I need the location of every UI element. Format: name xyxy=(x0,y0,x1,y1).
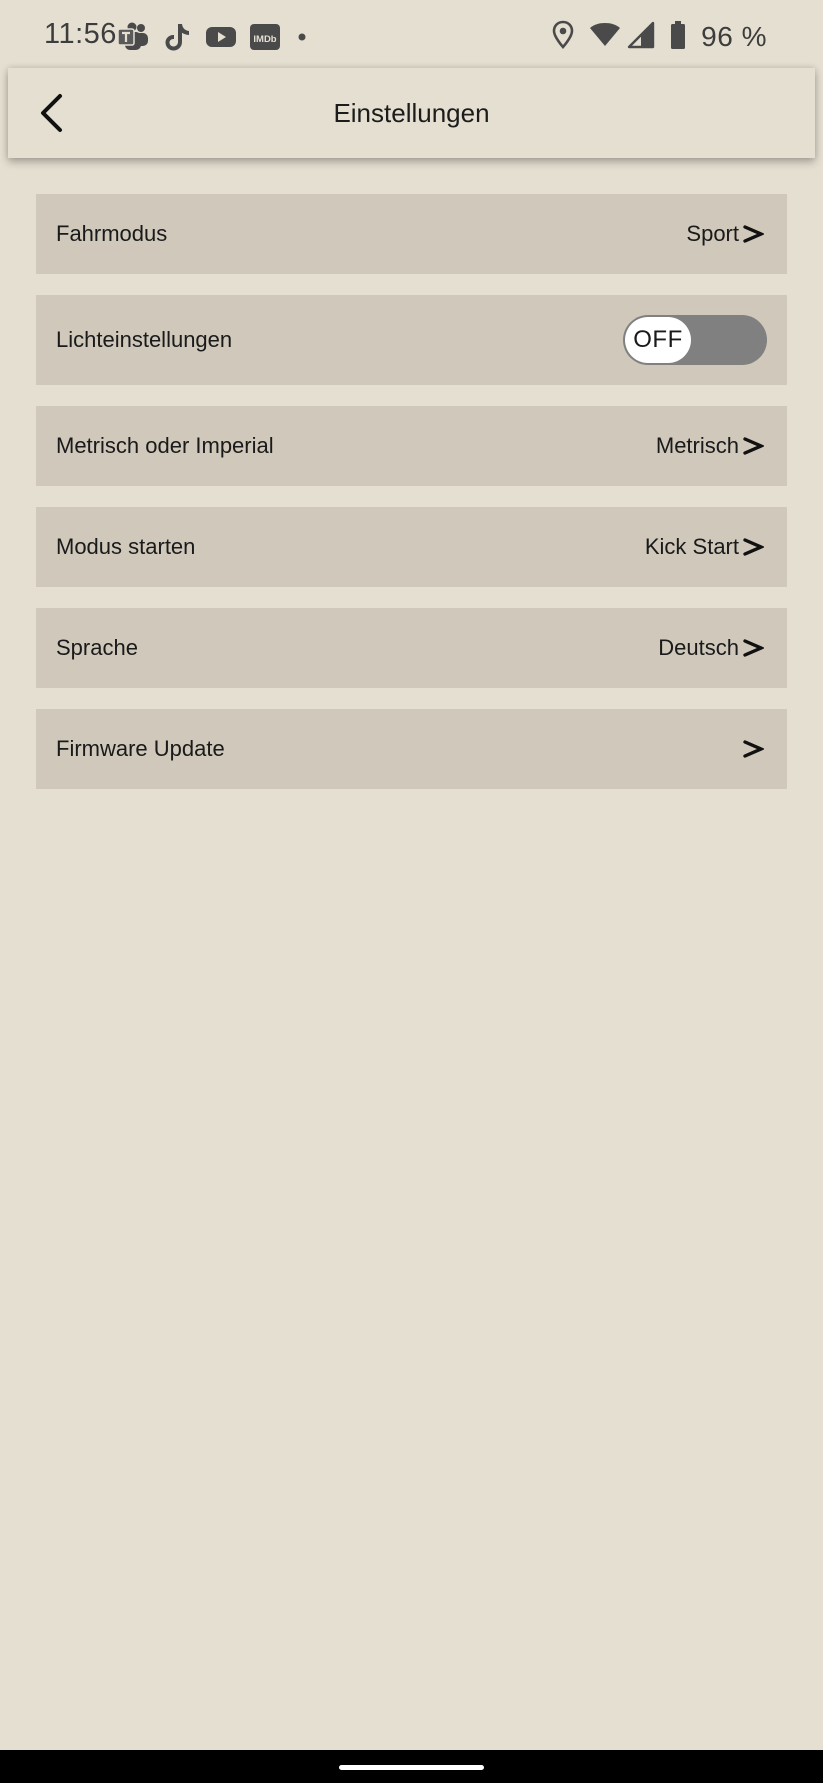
setting-label: Fahrmodus xyxy=(56,221,168,246)
status-bar: 11:56 IMDb 96 % xyxy=(0,0,823,66)
toggle-state-label: OFF xyxy=(633,326,683,353)
chevron-right-icon xyxy=(741,535,765,559)
toggle-knob: OFF xyxy=(625,317,691,363)
setting-value-group xyxy=(739,709,765,789)
wifi-icon xyxy=(589,22,621,53)
chevron-right-icon xyxy=(741,222,765,246)
teams-icon xyxy=(116,20,150,54)
setting-label: Lichteinstellungen xyxy=(56,327,233,352)
setting-row-metrisch-oder-imperial[interactable]: Metrisch oder Imperial Metrisch xyxy=(36,406,787,486)
dot-icon xyxy=(292,20,312,54)
light-settings-toggle[interactable]: OFF xyxy=(623,315,767,365)
imdb-icon: IMDb xyxy=(248,20,282,54)
setting-label: Sprache xyxy=(56,635,138,660)
settings-list: Fahrmodus Sport Lichteinstellungen OFF M… xyxy=(36,194,787,810)
setting-value: Metrisch xyxy=(655,433,739,458)
setting-row-lichteinstellungen: Lichteinstellungen OFF xyxy=(36,295,787,385)
status-time: 11:56 xyxy=(44,18,117,50)
page-title: Einstellungen xyxy=(333,98,490,128)
chevron-right-icon xyxy=(741,737,765,761)
setting-label: Modus starten xyxy=(56,534,196,559)
setting-value: Kick Start xyxy=(644,534,739,559)
setting-row-sprache[interactable]: Sprache Deutsch xyxy=(36,608,787,688)
setting-label: Firmware Update xyxy=(56,736,225,761)
tiktok-icon xyxy=(160,20,194,54)
chevron-right-icon xyxy=(741,434,765,458)
setting-row-modus-starten[interactable]: Modus starten Kick Start xyxy=(36,507,787,587)
youtube-icon xyxy=(204,20,238,54)
setting-value-group: Metrisch xyxy=(656,406,765,486)
setting-value-group: Deutsch xyxy=(658,608,765,688)
chevron-right-icon xyxy=(741,636,765,660)
battery-icon xyxy=(669,20,687,55)
cellular-signal-icon xyxy=(627,21,655,54)
setting-value: Deutsch xyxy=(658,635,739,660)
setting-label: Metrisch oder Imperial xyxy=(56,433,274,458)
battery-percentage: 96 % xyxy=(701,21,767,52)
app-header: Einstellungen xyxy=(8,68,815,158)
home-indicator[interactable] xyxy=(339,1765,484,1770)
system-navigation-bar xyxy=(0,1750,823,1783)
svg-text:IMDb: IMDb xyxy=(253,34,276,45)
system-status: 96 % xyxy=(551,18,767,56)
setting-value-group: Sport xyxy=(686,194,765,274)
setting-value-group: Kick Start xyxy=(645,507,765,587)
location-icon xyxy=(551,20,575,55)
setting-value: Sport xyxy=(686,221,739,246)
setting-row-firmware-update[interactable]: Firmware Update xyxy=(36,709,787,789)
setting-row-fahrmodus[interactable]: Fahrmodus Sport xyxy=(36,194,787,274)
notification-icons: IMDb xyxy=(116,20,312,54)
